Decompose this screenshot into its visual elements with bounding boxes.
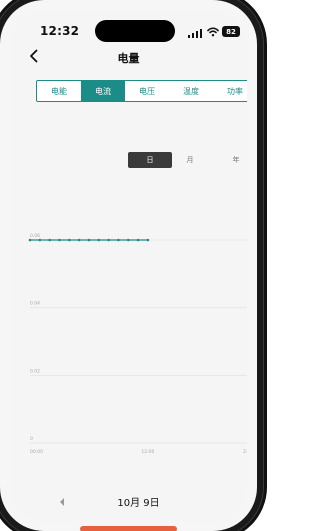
header: 电量 (10, 46, 247, 68)
series-point (38, 238, 42, 242)
dynamic-island (95, 20, 175, 42)
y-tick-label: 0.04 (30, 301, 40, 307)
page-title: 电量 (117, 52, 140, 65)
tab-label: 电压 (139, 86, 155, 96)
status-time: 12:32 (40, 24, 80, 38)
wifi-icon (207, 27, 219, 37)
metric-tabs: 电能 电流 电压 温度 功率 (36, 80, 247, 102)
series-point (97, 238, 101, 242)
tab-power[interactable]: 功率 (213, 81, 247, 101)
tab-label: 温度 (183, 86, 199, 96)
tab-energy[interactable]: 电能 (37, 81, 81, 101)
current-line-chart: 0.06 0.04 0.02 0 00:00 12:00 23:00 (28, 233, 247, 475)
tab-temperature[interactable]: 温度 (169, 81, 213, 101)
current-date: 10月 9日 (117, 498, 160, 509)
series-point (68, 238, 71, 242)
signal-icon (188, 29, 202, 38)
range-year-button[interactable]: 年 (226, 152, 246, 168)
range-day-label: 日 (146, 156, 154, 164)
bottom-accent-strip (80, 526, 177, 531)
x-tick-label: 00:00 (30, 449, 43, 455)
status-bar: 12:32 82 (10, 10, 247, 46)
series-point (28, 238, 32, 242)
tab-voltage[interactable]: 电压 (125, 81, 169, 101)
series-point (48, 238, 51, 242)
range-month-label: 月 (186, 156, 194, 164)
series-point (136, 238, 140, 242)
phone-frame: 12:32 82 电量 电能 电流 电压 温度 功率 日 月 年 0.06 0.… (0, 0, 257, 531)
battery-indicator: 82 (222, 26, 240, 37)
series-point (58, 238, 61, 242)
series-point (117, 238, 120, 242)
series-point (126, 238, 130, 242)
range-day-button[interactable]: 日 (128, 152, 172, 168)
y-tick-label: 0.06 (30, 233, 40, 239)
series-point (77, 238, 81, 242)
tab-label: 电能 (51, 86, 67, 96)
tab-label: 电流 (95, 86, 111, 96)
series-point (107, 238, 110, 242)
series-point (87, 238, 91, 242)
tab-label: 功率 (227, 86, 243, 96)
chart-svg: 0.06 0.04 0.02 0 00:00 12:00 23:00 (28, 233, 247, 455)
range-selector: 日 月 年 (128, 152, 247, 168)
app-screen: 12:32 82 电量 电能 电流 电压 温度 功率 日 月 年 0.06 0.… (10, 10, 247, 521)
x-tick-label: 23:00 (243, 449, 247, 455)
range-month-button[interactable]: 月 (180, 152, 200, 168)
y-tick-label: 0.02 (30, 368, 40, 374)
next-date-button[interactable] (246, 494, 247, 510)
range-year-label: 年 (232, 156, 240, 164)
x-tick-label: 12:00 (141, 449, 154, 455)
series-point (146, 238, 150, 242)
y-tick-label: 0 (30, 436, 33, 442)
tab-current[interactable]: 电流 (81, 81, 125, 101)
battery-percent: 82 (226, 27, 236, 36)
date-navigation: 10月 9日 (20, 484, 247, 520)
chevron-right-icon (246, 494, 247, 510)
